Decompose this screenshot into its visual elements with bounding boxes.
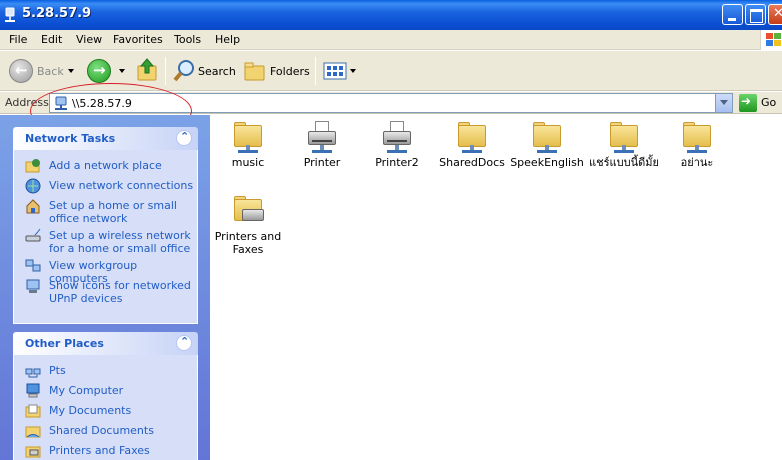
printers-folder-icon (232, 193, 264, 227)
task-label: Show icons for networked UPnP devices (49, 279, 191, 305)
back-label[interactable]: Back (37, 65, 64, 78)
maximize-button[interactable] (745, 4, 766, 25)
right-arrow-icon: → (93, 61, 106, 79)
share-label: Printers and Faxes (214, 230, 282, 256)
add-network-place-icon (25, 159, 40, 173)
place-label: Printers and Faxes (49, 444, 150, 457)
my-computer-icon (26, 383, 40, 398)
place-label: My Documents (49, 404, 132, 417)
other-places-title: Other Places (25, 337, 104, 350)
share-label: SharedDocs (439, 156, 505, 169)
place-label: Shared Documents (49, 424, 154, 437)
menu-file[interactable]: File (9, 33, 27, 46)
address-bar: Address \\5.28.57.9 Go (0, 92, 782, 114)
printer-icon (306, 119, 338, 153)
network-connections-icon (25, 178, 41, 194)
task-label: Set up a home or small office network (49, 199, 177, 225)
shared-folder-icon (25, 426, 41, 438)
collapse-icon[interactable] (176, 335, 192, 351)
address-dropdown-icon[interactable] (715, 94, 732, 112)
place-label: My Computer (49, 384, 124, 397)
go-button[interactable] (739, 94, 757, 112)
collapse-icon[interactable] (176, 130, 192, 146)
folders-icon[interactable] (244, 60, 268, 82)
share-label: Printer (303, 156, 341, 169)
title-bar: 5.28.57.9 (0, 0, 782, 30)
share-label: Printer2 (375, 156, 419, 169)
network-drive-icon (5, 7, 15, 22)
shared-folder-icon (681, 119, 713, 153)
task-label: View network connections (49, 179, 194, 192)
home-network-icon (26, 199, 40, 214)
share-label: SpeekEnglish (510, 156, 584, 169)
share-printer[interactable]: Printer (284, 119, 360, 169)
go-label[interactable]: Go (761, 96, 776, 109)
share-thai-2[interactable]: อย่านะ (659, 119, 735, 169)
folders-button[interactable]: Folders (270, 65, 310, 78)
upnp-devices-icon (26, 279, 40, 293)
back-button[interactable]: ← (9, 59, 33, 83)
workgroup-computers-icon (25, 259, 41, 272)
wireless-network-icon (25, 228, 41, 242)
other-places-panel: Other Places Pts My Computer My Document… (13, 332, 198, 460)
place-label: Pts (49, 364, 66, 377)
search-icon[interactable] (172, 58, 196, 84)
address-value: \\5.28.57.9 (72, 97, 132, 110)
search-button[interactable]: Search (198, 65, 236, 78)
share-printer2[interactable]: Printer2 (359, 119, 435, 169)
menu-bar: File Edit View Favorites Tools Help (0, 30, 782, 50)
menu-favorites[interactable]: Favorites (113, 33, 163, 46)
share-shareddocs[interactable]: SharedDocs (434, 119, 510, 169)
share-label: music (231, 156, 265, 169)
back-dropdown-icon[interactable] (68, 69, 74, 73)
printer-icon (381, 119, 413, 153)
minimize-button[interactable] (722, 4, 743, 25)
address-label: Address (5, 96, 49, 109)
views-icon[interactable] (323, 62, 347, 80)
forward-dropdown-icon[interactable] (119, 69, 125, 73)
network-group-icon (25, 368, 41, 378)
menu-view[interactable]: View (76, 33, 102, 46)
content-pane: music Printer Printer2 SharedDocs SpeekE… (210, 115, 782, 460)
up-folder-button[interactable] (136, 57, 160, 83)
share-music[interactable]: music (210, 119, 286, 169)
printers-faxes-icon (25, 446, 41, 458)
share-speekenglish[interactable]: SpeekEnglish (509, 119, 585, 169)
views-dropdown-icon[interactable] (350, 69, 356, 73)
my-documents-icon (25, 404, 41, 418)
shared-folder-icon (531, 119, 563, 153)
share-printers-and-faxes[interactable]: Printers and Faxes (210, 193, 286, 256)
network-tasks-body: Add a network place View network connect… (13, 150, 198, 324)
shared-folder-icon (456, 119, 488, 153)
shared-folder-icon (608, 119, 640, 153)
close-button[interactable] (768, 4, 782, 25)
network-tasks-panel: Network Tasks Add a network place View n… (13, 127, 198, 324)
shared-folder-icon (232, 119, 264, 153)
window-title: 5.28.57.9 (22, 6, 92, 21)
address-input[interactable]: \\5.28.57.9 (49, 93, 733, 113)
share-thai-1[interactable]: แชร์แบบนี้ดีมั้ย (584, 119, 664, 169)
task-pane: Network Tasks Add a network place View n… (0, 115, 210, 460)
network-tasks-title: Network Tasks (25, 132, 116, 145)
task-label: Add a network place (49, 159, 162, 172)
forward-button[interactable]: → (87, 59, 111, 83)
menu-help[interactable]: Help (215, 33, 240, 46)
other-places-body: Pts My Computer My Documents Shared Docu… (13, 355, 198, 460)
menu-tools[interactable]: Tools (174, 33, 201, 46)
task-label: Set up a wireless network for a home or … (49, 229, 191, 255)
other-places-header[interactable]: Other Places (13, 332, 198, 355)
left-arrow-icon: ← (15, 61, 28, 79)
network-drive-icon (55, 96, 67, 110)
menu-edit[interactable]: Edit (41, 33, 62, 46)
share-label: อย่านะ (680, 156, 714, 169)
toolbar: ← Back → Search Folders (0, 51, 782, 91)
windows-logo-icon (760, 30, 782, 50)
network-tasks-header[interactable]: Network Tasks (13, 127, 198, 150)
share-label: แชร์แบบนี้ดีมั้ย (589, 156, 659, 169)
